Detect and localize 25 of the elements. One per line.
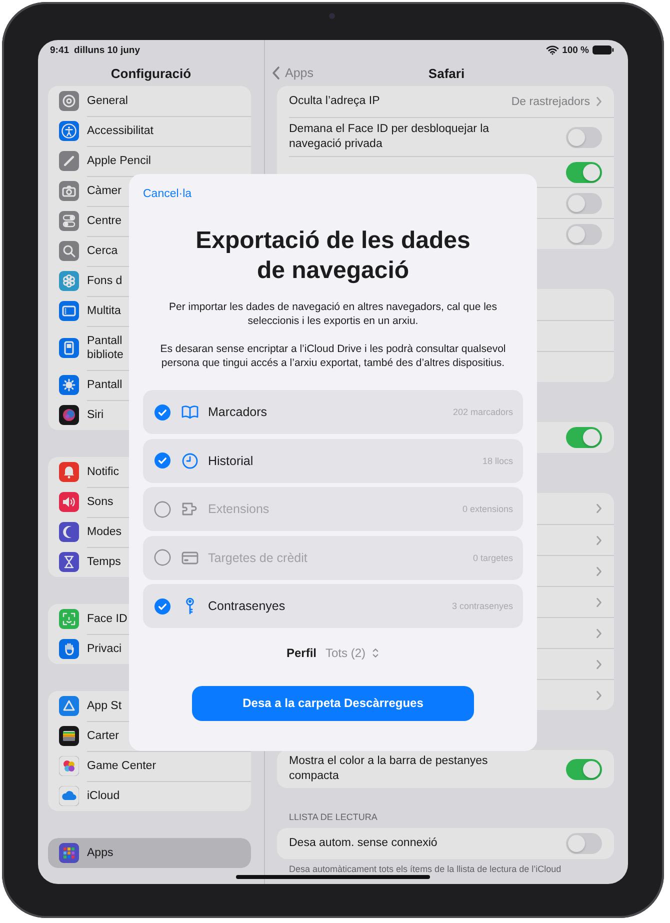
option-count: 202 marcadors xyxy=(452,407,513,417)
profile-label: Perfil xyxy=(286,646,316,660)
setting-label: Mostra el color a la barra de pestanyes compacta xyxy=(289,754,489,784)
option-label: Historial xyxy=(208,454,254,468)
option-label: Extensions xyxy=(208,502,270,516)
dialog-title: Exportació de les dades de navegació xyxy=(194,226,472,286)
option-label: Contrasenyes xyxy=(208,599,286,613)
dialog-text: Es desaran sense encriptar a l’iCloud Drive i les podrà consultar qualsevol persona que tingui accés a l’arxiu exportat, també des d’altres dispositius. xyxy=(159,342,507,370)
option-count: 3 contrasenyes xyxy=(452,601,513,611)
battery-level: 100 % xyxy=(562,44,589,56)
option-label: Targetes de crèdit xyxy=(208,550,308,564)
option-count: 0 targetes xyxy=(472,552,513,562)
setting-label: Desa autom. sense connexió xyxy=(289,836,438,851)
section-footer: Desa automàticament tots els ítems de la llista de lectura de l’iCloud xyxy=(289,864,614,874)
page-title: Safari xyxy=(428,66,465,80)
option-count: 0 extensions xyxy=(462,504,513,514)
section-header: LLISTA DE LECTURA xyxy=(289,812,378,822)
setting-label: Oculta l’adreça IP xyxy=(289,94,380,109)
status-time: 9:41 xyxy=(50,44,70,56)
sidebar-title: Configuració xyxy=(110,66,192,80)
status-date: dilluns 10 juny xyxy=(74,44,140,56)
setting-label: Demana el Face ID per desbloquejar la navegació privada xyxy=(289,122,490,152)
option-label: Marcadors xyxy=(208,405,268,419)
option-count: 18 llocs xyxy=(482,456,513,466)
dialog-text: Per importar les dades de navegació en altres navegadors, cal que les seleccionis i les exportis en un arxiu. xyxy=(168,300,498,328)
